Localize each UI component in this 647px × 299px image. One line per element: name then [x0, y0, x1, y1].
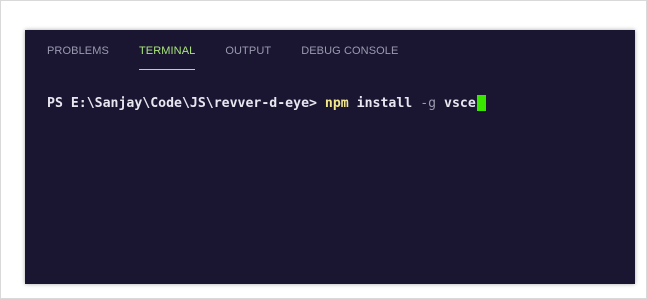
panel-tab-bar: PROBLEMS TERMINAL OUTPUT DEBUG CONSOLE	[47, 43, 428, 73]
terminal-cursor	[476, 95, 486, 111]
tab-output[interactable]: OUTPUT	[225, 43, 271, 73]
tab-problems[interactable]: PROBLEMS	[47, 43, 109, 73]
terminal-command: npm	[324, 95, 349, 111]
terminal-input-line[interactable]: PS E:\Sanjay\Code\JS\revver-d-eye> npm i…	[47, 95, 486, 111]
tab-terminal[interactable]: TERMINAL	[138, 43, 196, 73]
terminal-flag: -g	[420, 95, 437, 111]
screenshot-frame: PROBLEMS TERMINAL OUTPUT DEBUG CONSOLE P…	[0, 0, 647, 299]
terminal-package-argument: vsce	[436, 95, 476, 111]
tab-debug-console[interactable]: DEBUG CONSOLE	[301, 43, 398, 73]
terminal-panel: PROBLEMS TERMINAL OUTPUT DEBUG CONSOLE P…	[25, 30, 635, 284]
terminal-prompt: PS E:\Sanjay\Code\JS\revver-d-eye>	[47, 95, 325, 111]
terminal-argument: install	[348, 95, 421, 111]
